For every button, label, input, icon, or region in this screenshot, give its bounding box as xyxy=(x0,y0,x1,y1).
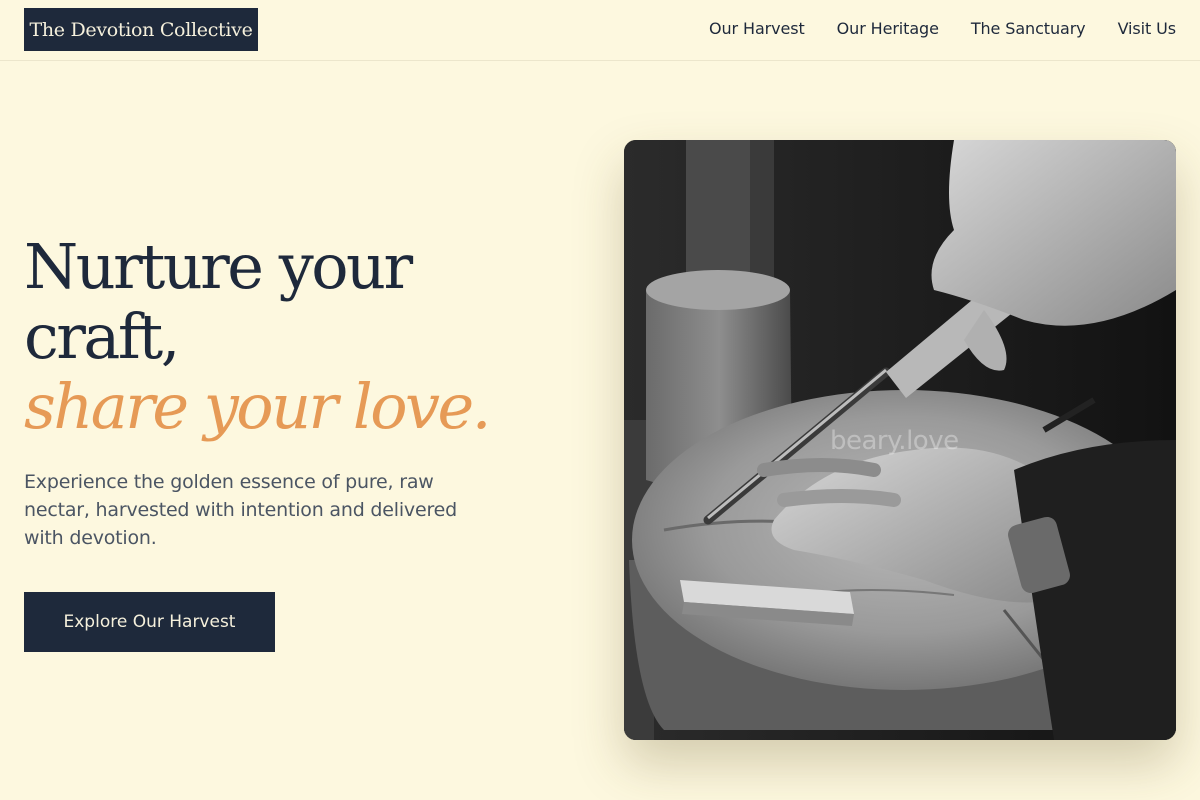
explore-harvest-button[interactable]: Explore Our Harvest xyxy=(24,592,275,652)
watermark-text: beary.love xyxy=(830,426,959,456)
nav-link-visit-us[interactable]: Visit Us xyxy=(1118,19,1177,38)
nav-link-our-heritage[interactable]: Our Heritage xyxy=(837,19,939,38)
headline-line-1: Nurture your xyxy=(24,230,413,303)
main-nav: Our Harvest Our Heritage The Sanctuary V… xyxy=(709,16,1176,40)
hero-headline: Nurture your craft, share your love. xyxy=(24,232,584,442)
headline-line-2: craft, xyxy=(24,300,180,373)
nav-link-our-harvest[interactable]: Our Harvest xyxy=(709,19,805,38)
site-logo[interactable]: The Devotion Collective xyxy=(24,8,258,51)
nav-link-the-sanctuary[interactable]: The Sanctuary xyxy=(971,19,1086,38)
hero-photo: beary.love xyxy=(624,140,1176,740)
site-header: The Devotion Collective Our Harvest Our … xyxy=(0,0,1200,61)
headline-accent: share your love. xyxy=(24,370,491,443)
hero-subtitle: Experience the golden essence of pure, r… xyxy=(24,471,457,549)
